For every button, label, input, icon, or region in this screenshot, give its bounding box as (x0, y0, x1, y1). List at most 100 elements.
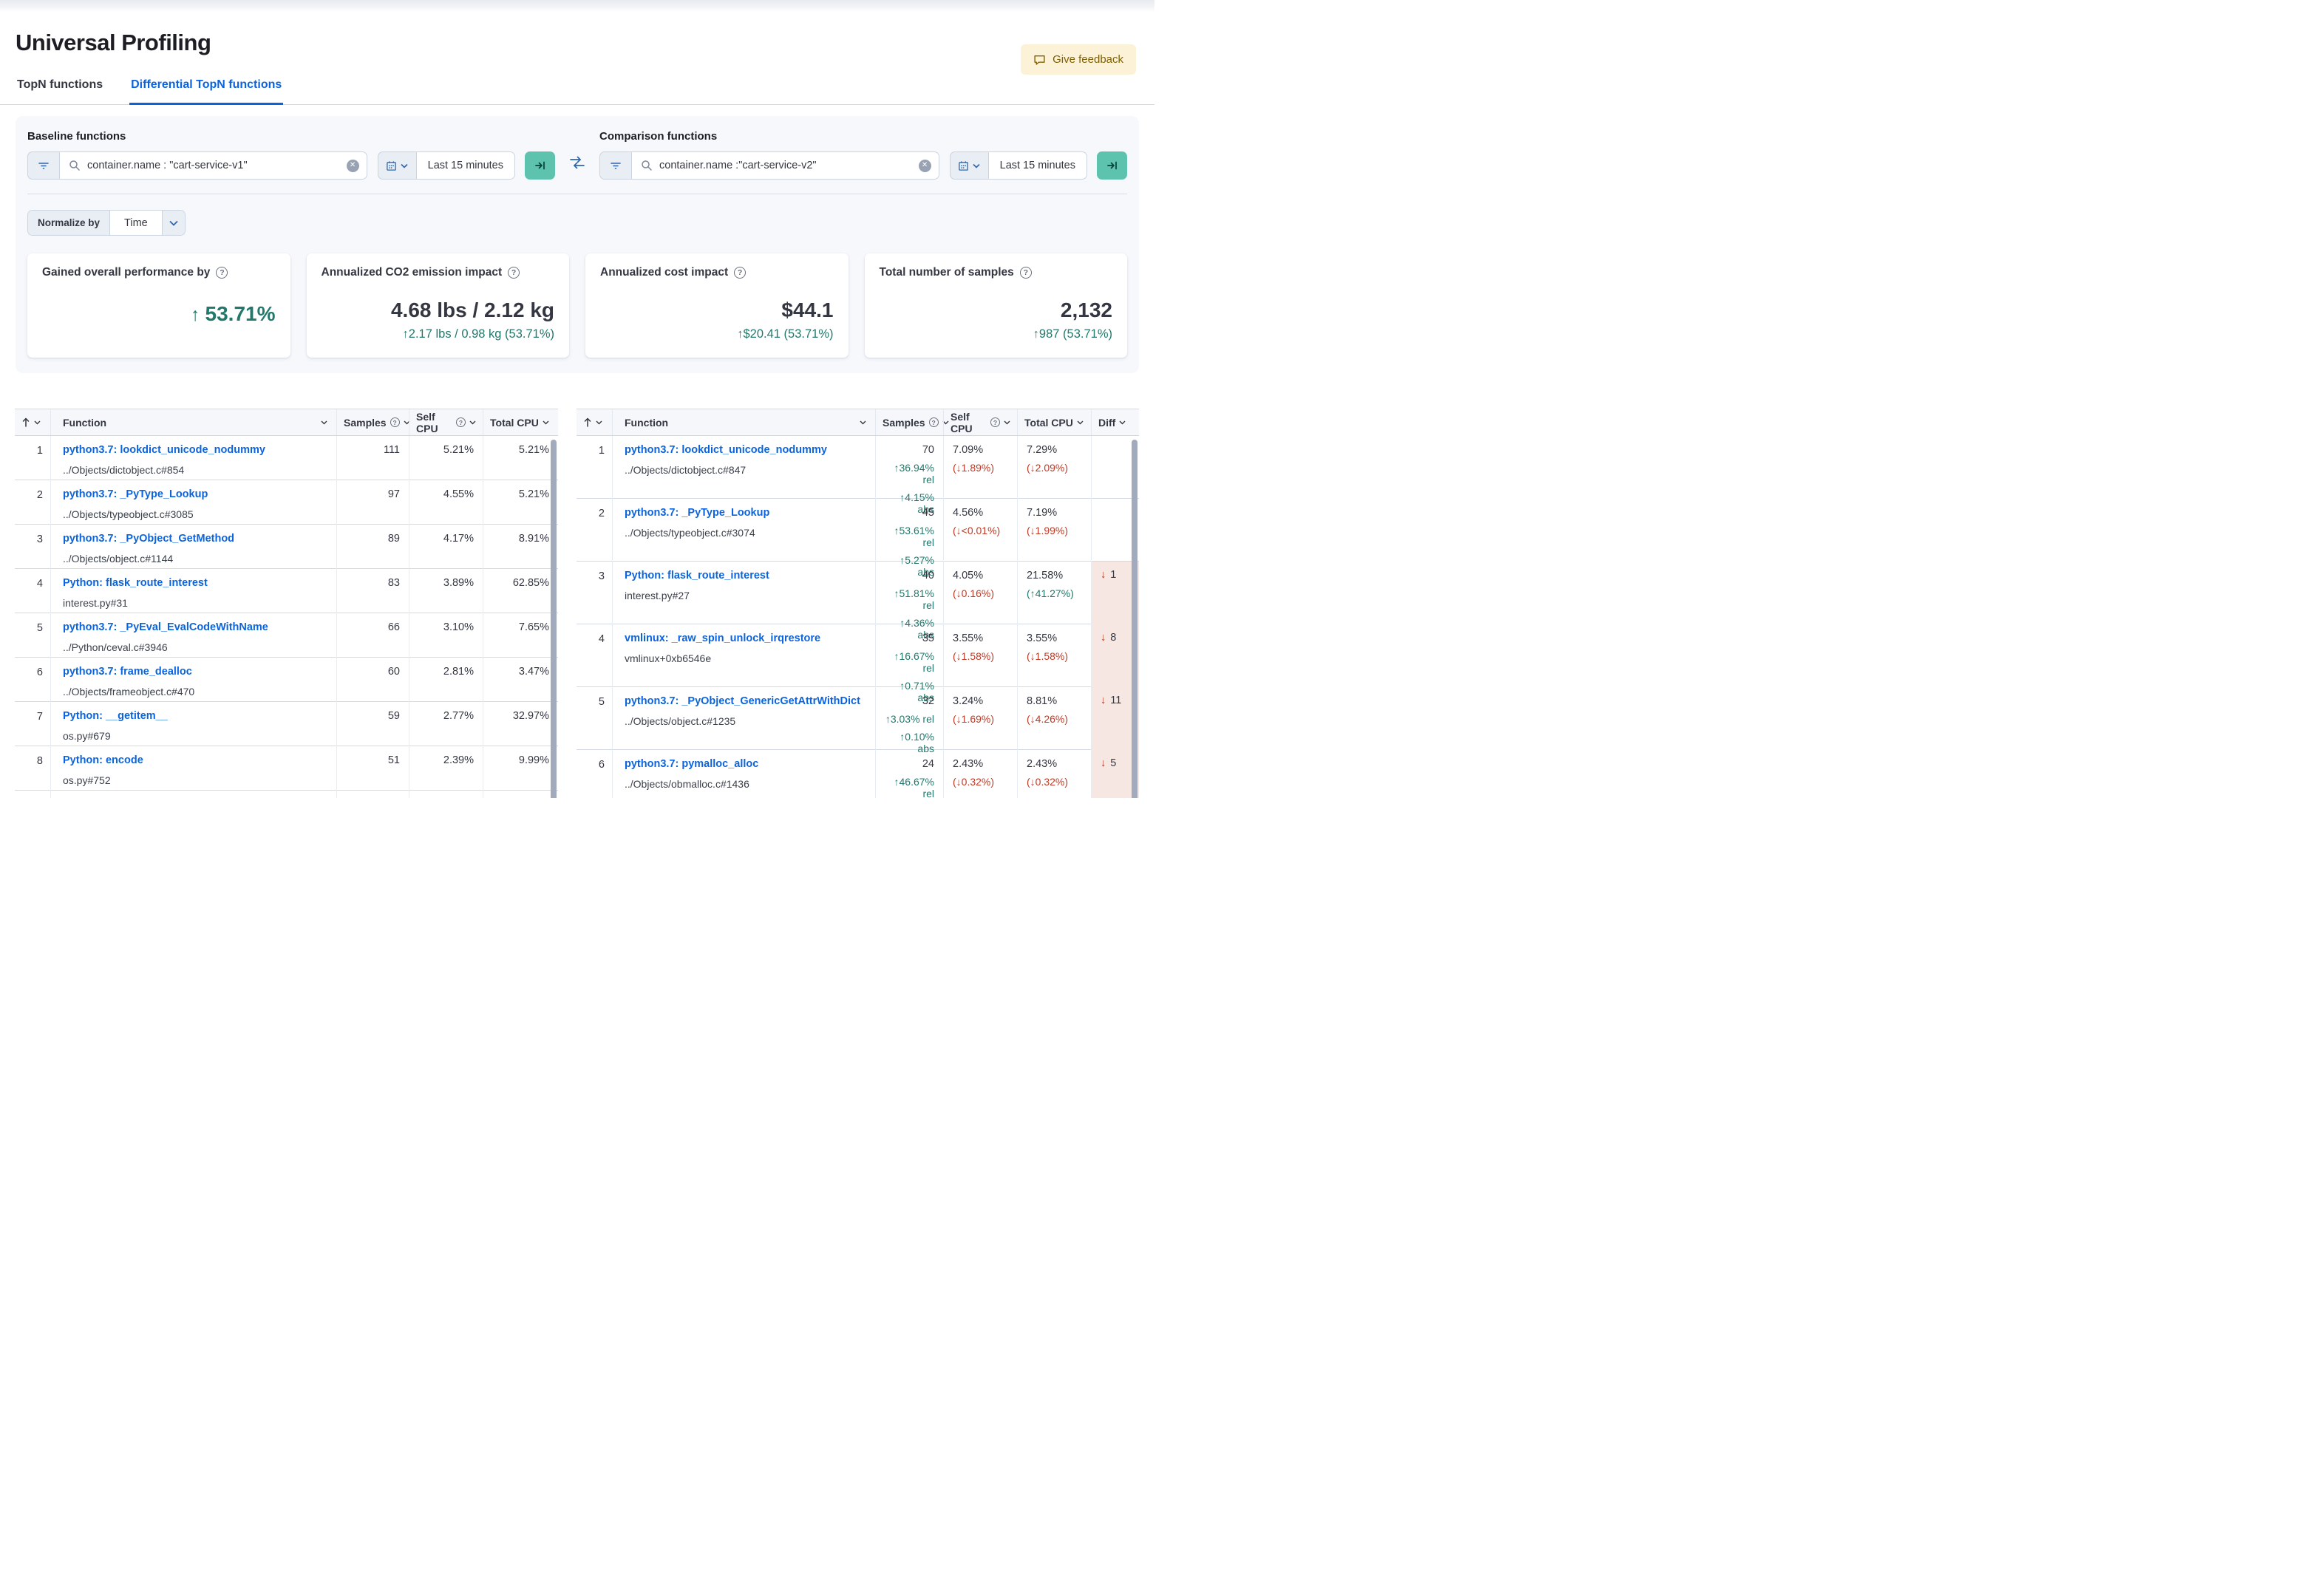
table-row: 9 python3.7: _PyDict_LoadGlobal 50 2.35%… (15, 791, 558, 798)
self-cpu-cell: 2.39% (409, 746, 483, 794)
rank-cell: 7 (36, 711, 43, 723)
diff-column-header[interactable]: Diff (1091, 409, 1139, 435)
comparison-table-header: Function Samples ? Self CPU ? Total CPU … (577, 409, 1139, 436)
samples-relative-change: ↑51.81% rel (894, 587, 934, 611)
comparison-refresh-button[interactable] (1097, 151, 1127, 180)
normalize-by-label: Normalize by (28, 211, 111, 235)
summary-cards: Gained overall performance by ? ↑ 53.71% … (27, 253, 1127, 358)
function-link[interactable]: Python: flask_route_interest (625, 570, 863, 582)
total-cpu-cell: 5.21% (483, 480, 558, 528)
samples-value: 40 (922, 570, 934, 582)
function-column-header[interactable]: Function (612, 409, 875, 435)
give-feedback-button[interactable]: Give feedback (1021, 44, 1136, 75)
help-icon[interactable]: ? (1019, 267, 1032, 279)
samples-cell: 24 ↑46.67% rel ↑2.13% abs (875, 750, 943, 798)
function-source-path: ../Objects/dictobject.c#847 (625, 464, 747, 476)
self-cpu-column-header[interactable]: Self CPU ? (943, 409, 1017, 435)
function-link[interactable]: python3.7: lookdict_unicode_nodummy (63, 444, 324, 456)
samples-relative-change: ↑53.61% rel (894, 525, 934, 548)
function-link[interactable]: python3.7: _PyType_Lookup (63, 488, 324, 500)
table-row: 4 Python: flask_route_interest interest.… (15, 569, 558, 617)
samples-cell: 89 (336, 525, 409, 573)
total-cpu-column-header[interactable]: Total CPU (483, 409, 558, 435)
samples-value: 45 (922, 507, 934, 519)
function-link[interactable]: python3.7: _PyObject_GenericGetAttrWithD… (625, 695, 863, 707)
vertical-scrollbar[interactable] (551, 440, 557, 798)
help-icon[interactable]: ? (508, 267, 520, 279)
baseline-clear-icon[interactable]: ✕ (346, 159, 359, 172)
cost-impact-delta: ↑$20.41 (53.71%) (737, 327, 834, 341)
baseline-calendar-button[interactable] (377, 151, 417, 180)
baseline-filter-button[interactable] (27, 151, 59, 180)
samples-cell: 60 (336, 658, 409, 706)
vertical-scrollbar[interactable] (1132, 440, 1138, 798)
function-link[interactable]: python3.7: _PyObject_GetMethod (63, 533, 324, 545)
baseline-table-header: Function Samples ? Self CPU ? Total CPU (15, 409, 558, 436)
baseline-filter-group: Baseline functions container.name: "car… (27, 129, 555, 180)
self-cpu-column-header[interactable]: Self CPU ? (409, 409, 483, 435)
function-source-path: os.py#752 (63, 774, 111, 786)
function-link[interactable]: Python: encode (63, 754, 324, 766)
function-source-path: vmlinux+0xb6546e (625, 652, 712, 664)
chevron-down-icon (1077, 420, 1084, 425)
baseline-time-range[interactable]: Last 15 minutes (416, 151, 515, 180)
total-cpu-delta: (↓4.26%) (1027, 713, 1069, 725)
self-cpu-delta: (↓1.69%) (953, 713, 995, 725)
samples-relative-change: ↑36.94% rel (894, 462, 934, 485)
function-link[interactable]: python3.7: _PyEval_EvalCodeWithName (63, 621, 324, 633)
function-source-path: ../Objects/typeobject.c#3085 (63, 508, 194, 520)
calendar-icon (958, 160, 969, 171)
rank-sort-header[interactable] (577, 409, 612, 435)
total-cpu-delta: (↓0.32%) (1027, 776, 1069, 788)
chevron-down-icon (1119, 420, 1126, 425)
comparison-time-range[interactable]: Last 15 minutes (988, 151, 1087, 180)
search-icon (69, 160, 81, 171)
samples-relative-change: ↑16.67% rel (894, 650, 934, 674)
comparison-calendar-button[interactable] (949, 151, 989, 180)
merge-arrows-icon (569, 155, 585, 170)
total-cpu-value: 7.29% (1027, 444, 1058, 456)
table-row: 4 vmlinux: _raw_spin_unlock_irqrestore v… (577, 624, 1139, 712)
comparison-date-picker: Last 15 minutes (949, 151, 1087, 180)
chevron-down-icon (469, 420, 476, 425)
baseline-refresh-button[interactable] (525, 151, 555, 180)
help-icon[interactable]: ? (734, 267, 747, 279)
table-row: 2 python3.7: _PyType_Lookup ../Objects/t… (577, 499, 1139, 586)
self-cpu-cell: 3.10% (409, 613, 483, 661)
help-icon: ? (456, 417, 466, 427)
self-cpu-delta: (↓1.89%) (953, 462, 995, 474)
tab-topn-functions[interactable]: TopN functions (16, 72, 104, 104)
tab-differential-topn-functions[interactable]: Differential TopN functions (129, 72, 284, 105)
normalize-by-dropdown-button[interactable] (161, 211, 185, 235)
page-header: Universal Profiling Give feedback (0, 30, 1154, 75)
normalize-by-value[interactable]: Time (110, 211, 162, 235)
chevron-down-icon (321, 420, 327, 425)
help-icon[interactable]: ? (216, 267, 228, 279)
comparison-clear-icon[interactable]: ✕ (918, 159, 931, 172)
function-link[interactable]: vmlinux: _raw_spin_unlock_irqrestore (625, 632, 863, 644)
rank-sort-header[interactable] (15, 409, 50, 435)
self-cpu-delta: (↓0.16%) (953, 587, 995, 599)
function-link[interactable]: python3.7: lookdict_unicode_nodummy (625, 444, 863, 456)
self-cpu-cell: 4.55% (409, 480, 483, 528)
function-link[interactable]: python3.7: frame_dealloc (63, 666, 324, 678)
run-query-icon (534, 160, 546, 171)
baseline-search-input[interactable]: container.name : "cart-service-v1" ✕ (59, 151, 367, 180)
self-cpu-cell: 2.77% (409, 702, 483, 750)
sync-time-ranges-button[interactable] (555, 155, 599, 170)
function-source-path: ../Objects/obmalloc.c#1436 (625, 778, 749, 790)
samples-column-header[interactable]: Samples ? (875, 409, 949, 435)
function-link[interactable]: Python: __getitem__ (63, 710, 324, 722)
rank-cell: 3 (36, 533, 43, 545)
page-title: Universal Profiling (16, 30, 211, 55)
baseline-date-picker: Last 15 minutes (377, 151, 515, 180)
comparison-filter-button[interactable] (599, 151, 631, 180)
samples-column-header[interactable]: Samples ? (336, 409, 410, 435)
total-cpu-value: 21.58% (1027, 570, 1064, 582)
comparison-search-input[interactable]: container.name :"cart-service-v2" ✕ (631, 151, 939, 180)
function-link[interactable]: python3.7: pymalloc_alloc (625, 758, 863, 770)
function-column-header[interactable]: Function (50, 409, 336, 435)
function-link[interactable]: python3.7: _PyType_Lookup (625, 507, 863, 519)
total-cpu-column-header[interactable]: Total CPU (1017, 409, 1091, 435)
function-link[interactable]: Python: flask_route_interest (63, 577, 324, 589)
